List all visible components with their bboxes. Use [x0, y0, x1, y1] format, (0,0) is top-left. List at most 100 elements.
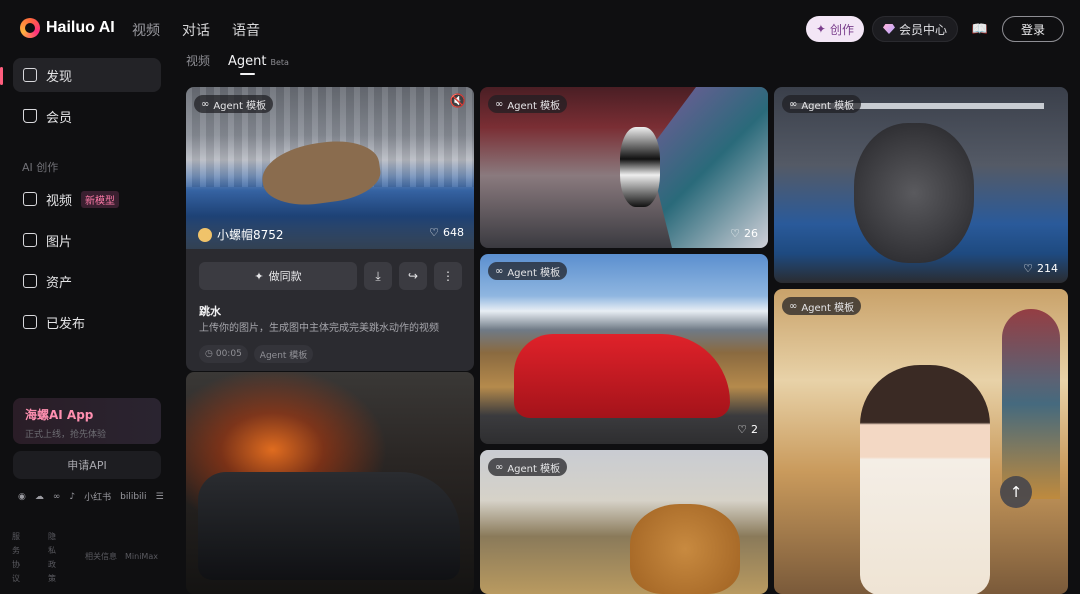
card-description: 上传你的图片，生成图中主体完成完美跳水动作的视频	[199, 323, 439, 334]
duration-pill: ◷ 00:05	[199, 345, 248, 363]
likes-value: 214	[1037, 262, 1058, 275]
likes-count[interactable]: ♡ 214	[1023, 262, 1058, 275]
arrow-up-icon: ↑	[1009, 483, 1023, 501]
avatar	[198, 227, 212, 242]
sidebar: 发现 会员 AI 创作 视频 新模型 图片 资产 已发布 海螺AI App 正式…	[0, 58, 176, 594]
privacy-link[interactable]: 隐私政策	[48, 530, 60, 586]
beta-badge: Beta	[270, 58, 289, 67]
folder-icon	[23, 274, 37, 288]
login-button[interactable]: 登录	[1002, 16, 1064, 42]
tag-label: Agent 模板	[507, 267, 561, 279]
xiaohongshu-icon[interactable]: 小红书	[84, 490, 111, 503]
mute-icon[interactable]: 🔇	[450, 94, 466, 109]
apply-api-button[interactable]: 申请API	[13, 451, 161, 479]
card-burning-car[interactable]	[186, 372, 474, 594]
card-panda-climbing[interactable]: ∞ Agent 模板 ♡ 26	[480, 87, 768, 248]
card-meta: ◷ 00:05 Agent 模板	[199, 345, 314, 363]
likes-count[interactable]: ♡ 648	[429, 226, 464, 239]
card-cheetah[interactable]: ∞ Agent 模板	[480, 450, 768, 594]
book-icon[interactable]: 📖	[966, 16, 994, 42]
meta-icon[interactable]: ∞	[53, 492, 61, 502]
gorilla-figure	[854, 123, 974, 263]
likes-count[interactable]: ♡ 26	[730, 227, 758, 240]
section-title: AI 创作	[22, 161, 59, 174]
download-button[interactable]: ⤓	[364, 262, 392, 290]
tag-label: Agent 模板	[801, 302, 855, 314]
sub-tabs: 视频 Agent Beta	[186, 52, 289, 75]
sidebar-item-discover[interactable]: 发现	[13, 58, 161, 92]
scroll-to-top-button[interactable]: ↑	[1000, 476, 1032, 508]
red-car-figure	[514, 334, 730, 418]
cloud-icon[interactable]: ☁	[35, 492, 44, 502]
heart-icon: ♡	[429, 226, 439, 239]
sparkle-icon: ✦	[254, 269, 264, 283]
logo-icon	[20, 18, 40, 38]
member-label: 会员中心	[898, 22, 947, 37]
make-same-button[interactable]: ✦ 做同款	[199, 262, 357, 290]
girl-figure	[860, 365, 990, 594]
more-button[interactable]: ⋮	[434, 262, 462, 290]
nav-voice[interactable]: 语音	[232, 20, 260, 40]
heart-icon: ♡	[1023, 262, 1033, 275]
video-icon	[23, 192, 37, 206]
agent-template-tag: ∞ Agent 模板	[488, 458, 568, 476]
likes-value: 2	[751, 423, 758, 436]
sidebar-item-label: 视频	[46, 193, 73, 209]
author[interactable]: 小螺帽8752	[198, 226, 284, 243]
app-promo-subtitle: 正式上线，抢先体验	[25, 430, 107, 440]
bilibili-icon[interactable]: bilibili	[120, 492, 146, 502]
likes-count[interactable]: ♡ 2	[737, 423, 758, 436]
sidebar-item-assets[interactable]: 资产	[13, 264, 161, 298]
share-button[interactable]: ↪	[399, 262, 427, 290]
publish-icon	[23, 315, 37, 329]
tiktok-icon[interactable]: ♪	[69, 492, 75, 502]
author-name: 小螺帽8752	[217, 228, 284, 242]
create-button[interactable]: ✦ 创作	[805, 16, 864, 42]
member-center-button[interactable]: 会员中心	[871, 16, 958, 42]
download-icon: ⤓	[375, 268, 381, 283]
app-promo-banner[interactable]: 海螺AI App 正式上线，抢先体验	[13, 398, 161, 444]
infinity-icon: ∞	[789, 300, 798, 312]
card-girl-portrait[interactable]: ∞ Agent 模板	[774, 289, 1068, 594]
card-red-car[interactable]: ∞ Agent 模板 ♡ 2	[480, 254, 768, 444]
cheetah-figure	[630, 504, 740, 594]
new-model-badge: 新模型	[81, 190, 120, 208]
card-diving[interactable]: ∞ Agent 模板 🔇 小螺帽8752 ♡ 648 ✦ 做同款 ⤓ ↪ ⋮ 跳…	[186, 87, 474, 371]
terms-link[interactable]: 服务协议	[12, 530, 24, 586]
tag-label: Agent 模板	[213, 100, 267, 112]
nav-video[interactable]: 视频	[132, 20, 160, 40]
infinity-icon: ∞	[789, 98, 798, 110]
category-pill: Agent 模板	[253, 345, 314, 363]
top-bar: Hailuo AI 视频 对话 语音 ✦ 创作 会员中心 📖 登录	[0, 0, 1080, 58]
likes-value: 648	[443, 226, 464, 239]
sidebar-item-label: 发现	[46, 69, 73, 85]
related-link[interactable]: 相关信息	[85, 550, 117, 564]
panda-figure	[620, 127, 660, 207]
card-gorilla-rings[interactable]: ∞ Agent 模板 ♡ 214	[774, 87, 1068, 283]
logo-text: Hailuo AI	[46, 19, 115, 36]
create-label: 创作	[829, 22, 854, 37]
sidebar-item-label: 已发布	[46, 316, 86, 332]
menu-icon[interactable]: ☰	[156, 492, 164, 502]
tab-agent[interactable]: Agent	[228, 54, 267, 75]
compass-icon	[23, 68, 37, 82]
sidebar-item-image[interactable]: 图片	[13, 223, 161, 257]
brand-link[interactable]: MiniMax	[125, 550, 158, 564]
wechat-icon[interactable]: ◉	[18, 492, 26, 502]
infinity-icon: ∞	[201, 98, 210, 110]
sidebar-item-member[interactable]: 会员	[13, 99, 161, 133]
image-icon	[23, 233, 37, 247]
more-icon: ⋮	[442, 269, 454, 283]
logo[interactable]: Hailuo AI	[20, 18, 115, 38]
tab-video[interactable]: 视频	[186, 52, 210, 69]
share-icon: ↪	[407, 269, 419, 283]
likes-value: 26	[744, 227, 758, 240]
heart-icon: ♡	[737, 423, 747, 436]
heart-icon: ♡	[730, 227, 740, 240]
make-same-label: 做同款	[268, 270, 302, 283]
social-links: ◉ ☁ ∞ ♪ 小红书 bilibili ☰	[18, 490, 164, 504]
nav-chat[interactable]: 对话	[182, 20, 210, 40]
sidebar-item-published[interactable]: 已发布	[13, 305, 161, 339]
sidebar-item-label: 资产	[46, 275, 73, 291]
sidebar-item-video[interactable]: 视频 新模型	[13, 182, 161, 216]
